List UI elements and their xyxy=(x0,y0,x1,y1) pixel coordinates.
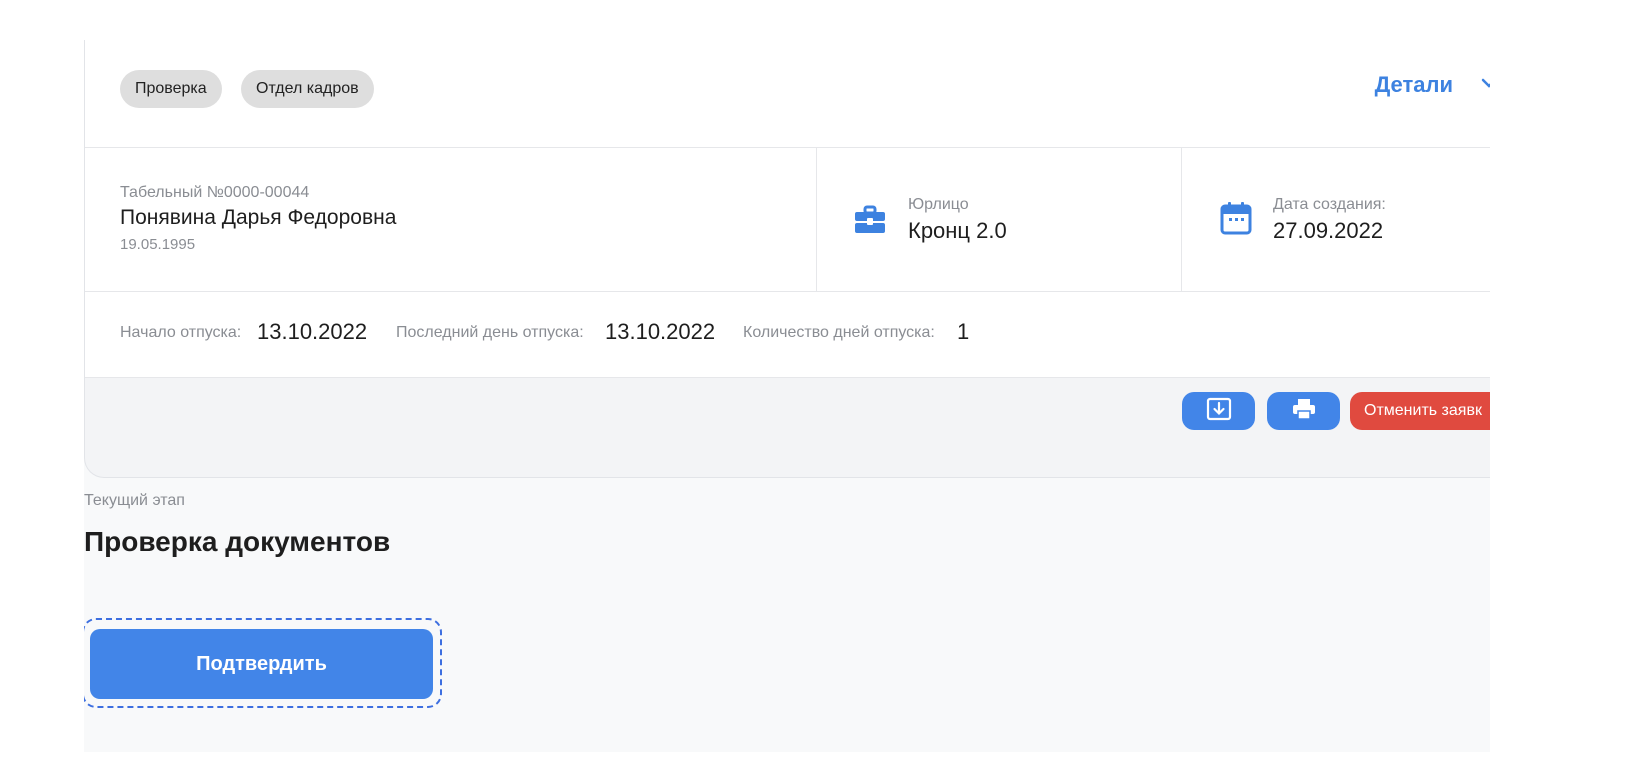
card-info-row: Табельный №0000-00044 Понявина Дарья Фед… xyxy=(85,148,1570,292)
page: Проверка Отдел кадров Детали Табельный №… xyxy=(0,0,1651,780)
vacation-dates-row: Начало отпуска: 13.10.2022 Последний ден… xyxy=(85,292,1570,378)
download-button[interactable] xyxy=(1182,392,1255,430)
request-panel: Проверка Отдел кадров Детали Табельный №… xyxy=(84,40,1570,752)
print-button[interactable] xyxy=(1267,392,1340,430)
birth-date: 19.05.1995 xyxy=(120,236,196,253)
vacation-last-value: 13.10.2022 xyxy=(605,319,716,344)
printer-icon xyxy=(1291,397,1317,426)
tag-status: Проверка xyxy=(120,70,222,108)
created-value: 27.09.2022 xyxy=(1273,218,1384,243)
legal-entity-value: Кронц 2.0 xyxy=(908,218,1007,243)
vacation-start-value: 13.10.2022 xyxy=(257,319,368,344)
request-card: Проверка Отдел кадров Детали Табельный №… xyxy=(84,40,1570,478)
calendar-icon xyxy=(1219,200,1253,235)
divider xyxy=(1181,148,1182,291)
tag-department: Отдел кадров xyxy=(241,70,374,108)
current-stage-title: Проверка документов xyxy=(84,526,391,557)
vacation-days-value: 1 xyxy=(957,319,970,344)
divider xyxy=(816,148,817,291)
viewport-edge xyxy=(1490,0,1651,780)
vacation-last-label: Последний день отпуска: xyxy=(396,324,584,341)
card-header: Проверка Отдел кадров Детали xyxy=(85,40,1570,148)
vacation-start-label: Начало отпуска: xyxy=(120,324,242,341)
briefcase-icon xyxy=(853,202,887,236)
tab-number: Табельный №0000-00044 xyxy=(120,184,310,201)
download-icon xyxy=(1206,397,1232,426)
legal-entity-label: Юрлицо xyxy=(908,196,969,213)
current-stage-label: Текущий этап xyxy=(84,492,185,509)
created-label: Дата создания: xyxy=(1273,196,1386,213)
details-link[interactable]: Детали xyxy=(1375,72,1453,98)
confirm-button[interactable]: Подтвердить xyxy=(90,629,433,699)
vacation-days-label: Количество дней отпуска: xyxy=(743,324,935,341)
employee-name: Понявина Дарья Федоровна xyxy=(120,206,397,229)
